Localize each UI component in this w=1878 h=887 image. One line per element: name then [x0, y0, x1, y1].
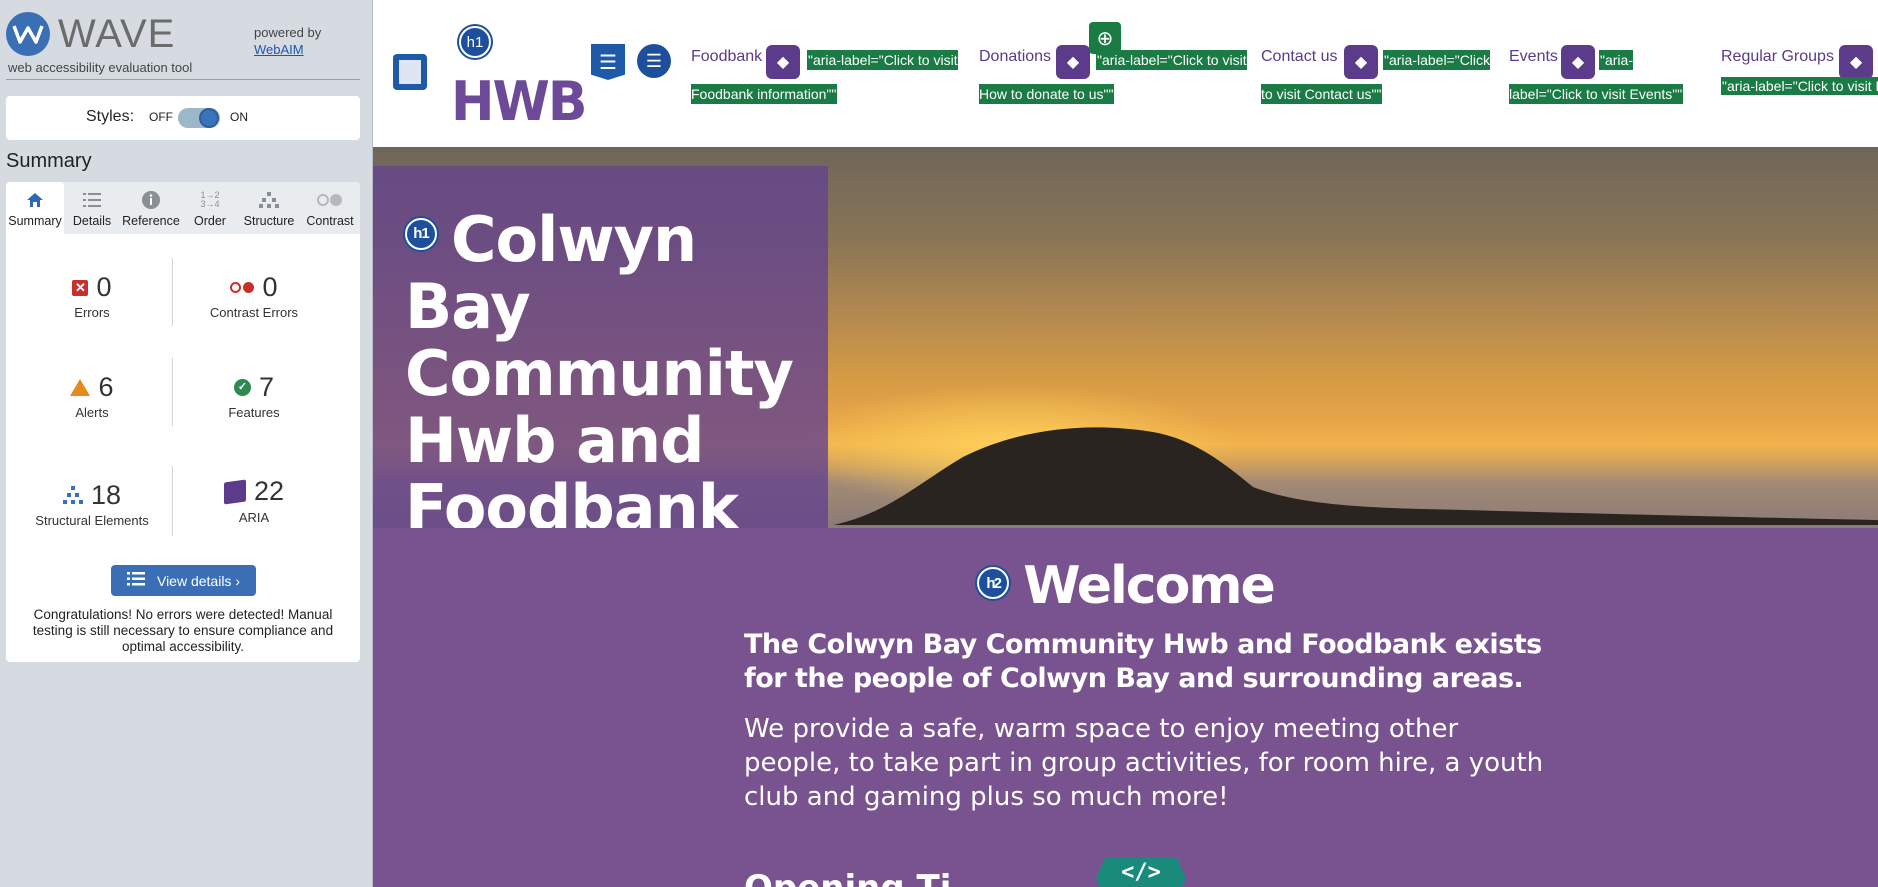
list-icon [126, 572, 145, 589]
list-icon [83, 190, 101, 210]
navigation-landmark-icon: ☰ [591, 44, 625, 80]
opening-times-heading: Opening Ti [744, 868, 951, 887]
code-icon: </> [1096, 858, 1186, 887]
welcome-body: We provide a safe, warm space to enjoy m… [744, 714, 1544, 812]
tab-details[interactable]: Details [64, 182, 120, 234]
hero-overlay: h1 Colwyn Bay Community Hwb and Foodbank [373, 166, 828, 528]
styles-label: Styles: [86, 108, 135, 125]
site-header: h1 HWB ☰ ☰ ⊕ Foodbank ◆ "aria-label="Cli… [373, 0, 1878, 147]
features-count: 7 [258, 372, 275, 402]
aria-label-contact-us: "aria-label="Click to visit Contact us"" [1261, 50, 1491, 104]
features-label: Features [228, 405, 280, 420]
h2-badge-icon: h2 [977, 567, 1010, 599]
welcome-heading-text: Welcome [1023, 556, 1276, 616]
hero-title-text: Colwyn Bay Community Hwb and Foodbank [405, 203, 794, 528]
error-icon: ✕ [72, 279, 89, 296]
errors-label: Errors [74, 305, 110, 320]
structure-icon [259, 190, 279, 210]
contrast-errors-label: Contrast Errors [209, 305, 299, 320]
wave-sidebar: WAVE web accessibility evaluation tool p… [0, 0, 373, 887]
tab-structure[interactable]: Structure [238, 182, 300, 234]
summary-panel: Summary Details Reference 1→23→4 Order [6, 182, 360, 662]
info-icon [142, 190, 160, 210]
aria-label-tag-icon: ◆ [1839, 45, 1873, 79]
stat-divider [172, 258, 173, 326]
tab-contrast[interactable]: Contrast [300, 182, 360, 234]
welcome-heading: h2 Welcome [373, 556, 1878, 616]
wave-logo-icon [6, 12, 50, 56]
site-logo[interactable]: HWB [451, 71, 588, 134]
feature-icon: ✓ [233, 379, 251, 396]
welcome-lead: The Colwyn Bay Community Hwb and Foodban… [744, 629, 1542, 694]
alerts-count: 6 [98, 372, 114, 402]
alerts-label: Alerts [75, 405, 109, 420]
congrats-message: Congratulations! No errors were detected… [32, 607, 334, 654]
tab-summary[interactable]: Summary [6, 182, 64, 234]
toggle-knob [199, 108, 219, 128]
home-icon [26, 190, 44, 210]
page-viewport: h1 HWB ☰ ☰ ⊕ Foodbank ◆ "aria-label="Cli… [373, 0, 1878, 887]
tab-label: Reference [122, 214, 180, 228]
tab-order[interactable]: 1→2 3→4 Order [182, 182, 238, 234]
errors-count: 0 [96, 272, 112, 302]
stat-divider [172, 466, 173, 536]
stat-divider [172, 358, 173, 426]
order-icon: 1→2 3→4 [200, 190, 220, 209]
errors-stat[interactable]: ✕ 0 Errors [12, 272, 172, 320]
aria-label-events: "aria-label="Click to visit Events"" [1509, 50, 1684, 104]
sunset-headland-image [823, 427, 1878, 528]
view-details-button[interactable]: View details › [111, 565, 256, 596]
welcome-section: h2 Welcome The Colwyn Bay Community Hwb a… [373, 528, 1878, 887]
styles-on-label: ON [230, 110, 248, 124]
contrast-icon [317, 190, 343, 210]
aria-label-regular-groups: "aria-label="Click to visit Regular Even… [1721, 77, 1878, 95]
features-stat[interactable]: ✓ 7 Features [174, 372, 334, 420]
tab-label: Structure [243, 214, 295, 228]
aria-count: 22 [253, 476, 285, 506]
nav-regular-groups[interactable]: Regular Groups [1721, 48, 1834, 66]
wave-header: WAVE web accessibility evaluation tool p… [6, 10, 360, 80]
contrast-errors-count: 0 [262, 272, 278, 302]
powered-by-label: powered by [254, 25, 322, 40]
styles-toggle[interactable] [178, 108, 220, 128]
hero-banner: h1 Colwyn Bay Community Hwb and Foodbank [373, 147, 1878, 528]
alerts-stat[interactable]: 6 Alerts [12, 372, 172, 420]
aria-label-foodbank: "aria-label="Click to visit Foodbank inf… [691, 50, 958, 104]
aria-label-donations: "aria-label="Click to visit How to donat… [979, 50, 1247, 104]
structural-label: Structural Elements [35, 513, 149, 528]
styles-off-label: OFF [149, 110, 173, 124]
view-details-label: View details › [156, 572, 240, 589]
tab-label: Details [72, 214, 112, 228]
wave-logo-text: WAVE [58, 12, 176, 56]
webaim-link[interactable]: WebAIM [254, 42, 304, 57]
aria-icon [223, 478, 246, 505]
tab-label: Summary [8, 214, 62, 228]
structural-stat[interactable]: 18 Structural Elements [12, 480, 172, 528]
aria-stat[interactable]: 22 ARIA [174, 476, 334, 525]
h1-badge-icon: h1 [459, 26, 491, 58]
contrast-errors-stat[interactable]: 0 Contrast Errors [174, 272, 334, 320]
contrast-error-icon [230, 282, 255, 293]
hero-title: h1 Colwyn Bay Community Hwb and Foodbank [405, 206, 805, 528]
banner-landmark-icon [393, 54, 427, 90]
structural-count: 18 [90, 480, 122, 510]
tab-reference[interactable]: Reference [120, 182, 182, 234]
summary-heading: Summary [6, 150, 92, 172]
tab-label: Order [194, 214, 226, 228]
aria-label: ARIA [238, 509, 270, 525]
structural-icon [62, 480, 83, 511]
wave-tagline: web accessibility evaluation tool [8, 60, 193, 75]
unordered-list-icon: ☰ [637, 44, 671, 78]
h1-badge-icon: h1 [405, 217, 437, 250]
powered-by: powered by WebAIM [254, 24, 321, 58]
tab-label: Contrast [306, 214, 354, 228]
alert-icon [70, 379, 91, 396]
wave-tabs: Summary Details Reference 1→23→4 Order [6, 182, 360, 234]
styles-toggle-box: Styles: OFF ON [6, 96, 360, 140]
